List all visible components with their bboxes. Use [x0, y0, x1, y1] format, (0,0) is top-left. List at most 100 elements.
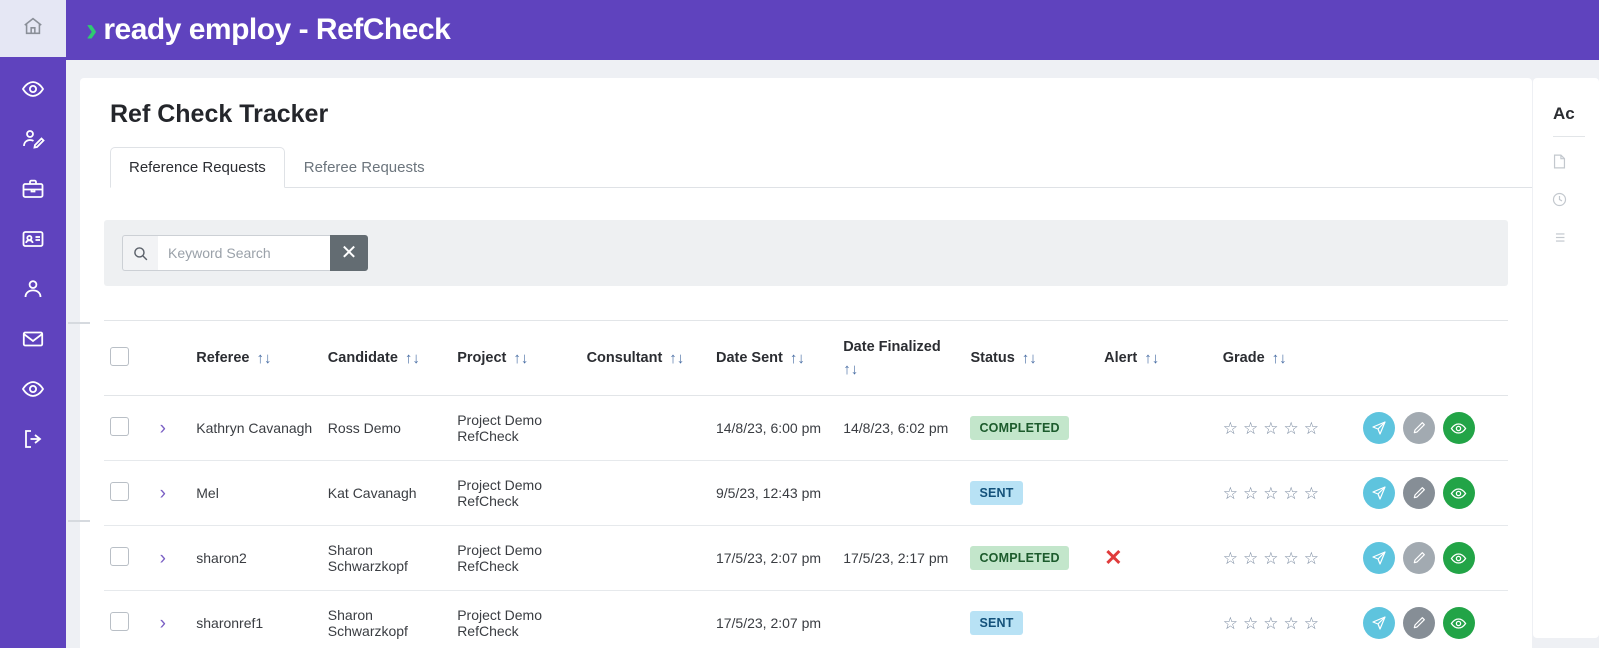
star-icon[interactable]: ☆	[1223, 615, 1238, 632]
edit-button[interactable]	[1402, 412, 1435, 444]
cell-date-sent: 17/5/23, 2:07 pm	[709, 525, 838, 591]
sort-icon[interactable]: ↑↓	[669, 351, 684, 366]
edit-button[interactable]	[1402, 542, 1435, 574]
th-project[interactable]: Project ↑↓	[451, 320, 581, 396]
sort-icon[interactable]: ↑↓	[1272, 351, 1287, 366]
star-icon[interactable]: ☆	[1304, 615, 1319, 632]
th-date-sent[interactable]: Date Sent ↑↓	[709, 320, 838, 396]
page-title: Ref Check Tracker	[110, 100, 329, 128]
table-row[interactable]: › sharon2 Sharon Schwarzkopf Project Demo R…	[104, 525, 1508, 591]
sidebar-item-profile[interactable]	[0, 264, 66, 314]
star-icon[interactable]: ☆	[1223, 420, 1238, 437]
star-icon[interactable]: ☆	[1284, 420, 1299, 437]
star-icon[interactable]: ☆	[1263, 550, 1278, 567]
th-referee[interactable]: Referee ↑↓	[190, 320, 322, 396]
select-all-checkbox[interactable]	[110, 346, 129, 366]
list-icon[interactable]	[1533, 213, 1599, 251]
table-header-row: Referee ↑↓ Candidate ↑↓ Project ↑↓ Consu…	[104, 320, 1508, 396]
sidebar-item-edit-user[interactable]	[0, 114, 66, 164]
sidebar-item-view[interactable]	[0, 64, 66, 114]
cell-actions	[1356, 590, 1508, 648]
row-checkbox[interactable]	[110, 547, 129, 566]
star-icon[interactable]: ☆	[1284, 615, 1299, 632]
view-button[interactable]	[1442, 542, 1475, 574]
star-icon[interactable]: ☆	[1304, 485, 1319, 502]
grade-stars[interactable]: ☆ ☆ ☆ ☆ ☆	[1223, 550, 1319, 567]
status-badge: SENT	[970, 481, 1023, 505]
cell-candidate: Sharon Schwarzkopf	[321, 590, 452, 648]
th-grade[interactable]: Grade ↑↓	[1216, 320, 1357, 396]
sort-icon[interactable]: ↑↓	[790, 351, 805, 366]
star-icon[interactable]: ☆	[1304, 550, 1319, 567]
star-icon[interactable]: ☆	[1284, 485, 1299, 502]
th-status-label: Status	[970, 350, 1015, 366]
send-button[interactable]	[1362, 412, 1395, 444]
star-icon[interactable]: ☆	[1223, 550, 1238, 567]
th-candidate[interactable]: Candidate ↑↓	[321, 320, 452, 396]
sort-icon[interactable]: ↑↓	[405, 351, 420, 366]
star-icon[interactable]: ☆	[1263, 485, 1278, 502]
th-status[interactable]: Status ↑↓	[964, 320, 1099, 396]
th-alert[interactable]: Alert ↑↓	[1098, 320, 1217, 396]
sidebar-item-refcheck[interactable]	[0, 364, 66, 414]
search-panel: ✕	[104, 220, 1508, 286]
star-icon[interactable]: ☆	[1243, 420, 1258, 437]
search-input[interactable]	[158, 235, 330, 271]
sidebar-item-home[interactable]	[0, 0, 66, 57]
cell-referee: sharon2	[190, 525, 322, 591]
star-icon[interactable]: ☆	[1243, 615, 1258, 632]
star-icon[interactable]: ☆	[1263, 420, 1278, 437]
table-row[interactable]: › Kathryn Cavanagh Ross Demo Project Demo R…	[104, 395, 1508, 461]
th-date-finalized[interactable]: Date Finalized ↑↓	[837, 320, 965, 396]
send-button[interactable]	[1362, 477, 1395, 509]
tab-reference-requests[interactable]: Reference Requests	[110, 147, 285, 188]
cell-status: SENT	[964, 590, 1099, 648]
sort-icon[interactable]: ↑↓	[1144, 351, 1159, 366]
view-button[interactable]	[1442, 477, 1475, 509]
star-icon[interactable]: ☆	[1263, 615, 1278, 632]
sort-icon[interactable]: ↑↓	[256, 351, 271, 366]
grade-stars[interactable]: ☆ ☆ ☆ ☆ ☆	[1223, 615, 1319, 632]
send-button[interactable]	[1362, 607, 1395, 639]
grade-stars[interactable]: ☆ ☆ ☆ ☆ ☆	[1223, 485, 1319, 502]
row-checkbox[interactable]	[110, 612, 129, 631]
edit-button[interactable]	[1402, 477, 1435, 509]
row-checkbox[interactable]	[110, 417, 129, 436]
sort-icon[interactable]: ↑↓	[1022, 351, 1037, 366]
sidebar-item-messages[interactable]	[0, 314, 66, 364]
star-icon[interactable]: ☆	[1243, 485, 1258, 502]
cell-grade: ☆ ☆ ☆ ☆ ☆	[1216, 525, 1357, 591]
edit-button[interactable]	[1402, 607, 1435, 639]
cell-date-sent: 9/5/23, 12:43 pm	[709, 460, 838, 526]
sort-icon[interactable]: ↑↓	[843, 362, 858, 377]
table-row[interactable]: › Mel Kat Cavanagh Project Demo RefCheck 9/5…	[104, 460, 1508, 526]
id-card-icon	[21, 227, 45, 251]
star-icon[interactable]: ☆	[1243, 550, 1258, 567]
chevron-right-icon[interactable]: ›	[160, 483, 166, 504]
chevron-right-icon[interactable]: ›	[160, 613, 166, 634]
row-checkbox[interactable]	[110, 482, 129, 501]
chevron-right-icon[interactable]: ›	[160, 548, 166, 569]
th-referee-label: Referee	[196, 350, 250, 366]
tab-referee-requests[interactable]: Referee Requests	[285, 147, 444, 188]
star-icon[interactable]: ☆	[1304, 420, 1319, 437]
th-consultant[interactable]: Consultant ↑↓	[580, 320, 710, 396]
cell-status: COMPLETED	[964, 395, 1099, 461]
send-button[interactable]	[1362, 542, 1395, 574]
sidebar-item-logout[interactable]	[0, 414, 66, 464]
clock-icon[interactable]	[1533, 175, 1599, 213]
grade-stars[interactable]: ☆ ☆ ☆ ☆ ☆	[1223, 420, 1319, 437]
star-icon[interactable]: ☆	[1223, 485, 1238, 502]
table-row[interactable]: › sharonref1 Sharon Schwarzkopf Project Dem…	[104, 590, 1508, 648]
document-icon[interactable]	[1533, 137, 1599, 175]
search-group: ✕	[122, 235, 368, 271]
view-button[interactable]	[1442, 412, 1475, 444]
chevron-right-icon[interactable]: ›	[160, 418, 166, 439]
sidebar-item-candidates[interactable]	[0, 214, 66, 264]
sidebar-item-jobs[interactable]	[0, 164, 66, 214]
clear-search-button[interactable]: ✕	[330, 235, 368, 271]
star-icon[interactable]: ☆	[1284, 550, 1299, 567]
view-button[interactable]	[1442, 607, 1475, 639]
row-select-cell	[104, 395, 154, 461]
sort-icon[interactable]: ↑↓	[513, 351, 528, 366]
